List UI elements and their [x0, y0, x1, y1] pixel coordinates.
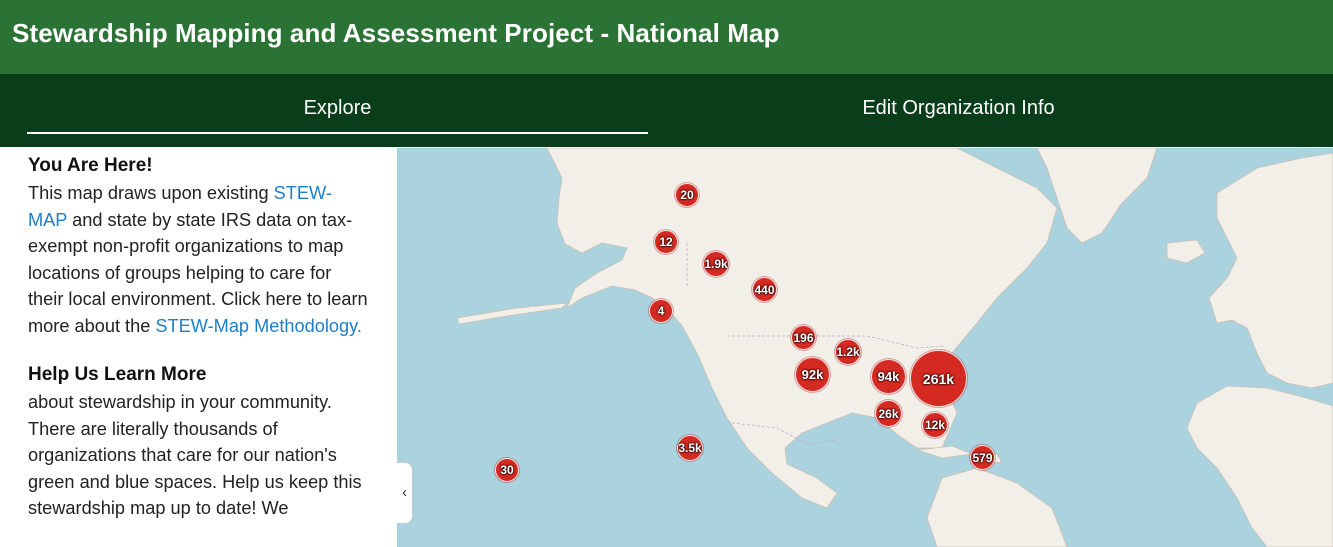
collapse-panel-button[interactable]: ‹: [397, 462, 413, 524]
cluster-marker[interactable]: 12: [654, 230, 678, 254]
panel-heading-help-us: Help Us Learn More: [28, 364, 207, 385]
stew-map-methodology-link[interactable]: STEW-Map Methodology.: [155, 316, 362, 336]
cluster-count: 26k: [878, 406, 899, 421]
cluster-count: 30: [500, 463, 514, 477]
cluster-count: 3.5k: [678, 441, 702, 455]
cluster-count: 4: [657, 304, 665, 318]
cluster-marker[interactable]: 30: [495, 458, 519, 482]
cluster-count: 12k: [924, 418, 946, 432]
cluster-marker[interactable]: 94k: [871, 359, 906, 394]
cluster-count: 20: [680, 188, 694, 202]
cluster-marker[interactable]: 20: [675, 183, 699, 207]
cluster-marker[interactable]: 92k: [795, 357, 830, 392]
panel-heading-you-are-here: You Are Here!: [28, 155, 153, 176]
cluster-marker[interactable]: 261k: [910, 350, 967, 407]
cluster-marker[interactable]: 1.2k: [835, 339, 861, 365]
info-panel: You Are Here! This map draws upon existi…: [0, 148, 397, 547]
map-view[interactable]: 20 12 1.9k 440 4 196 1.2k 92k 94k 261k 2…: [397, 148, 1333, 547]
cluster-marker[interactable]: 1.9k: [703, 251, 729, 277]
cluster-marker[interactable]: 579: [970, 445, 995, 470]
cluster-marker[interactable]: 26k: [875, 400, 902, 427]
africa-land: [1186, 385, 1333, 547]
europe-land: [1208, 152, 1333, 389]
south-america-land: [926, 467, 1068, 547]
basemap: [456, 148, 1333, 547]
chevron-left-icon: ‹: [402, 484, 407, 501]
cluster-count: 1.9k: [704, 257, 728, 271]
cluster-count: 261k: [922, 370, 955, 387]
cluster-count: 92k: [801, 367, 824, 382]
cluster-count: 1.2k: [836, 345, 860, 359]
cluster-count: 196: [793, 330, 814, 345]
panel-intro-text: This map draws upon existing STEW-MAP an…: [28, 180, 369, 339]
cluster-count: 12: [659, 235, 673, 249]
cluster-marker[interactable]: 440: [752, 277, 777, 302]
tab-bar: Explore Edit Organization Info: [0, 74, 1333, 222]
tab-edit-organization-info[interactable]: Edit Organization Info: [648, 74, 1269, 147]
cluster-marker[interactable]: 3.5k: [677, 435, 703, 461]
panel-help-text: about stewardship in your community. The…: [28, 392, 362, 518]
cluster-count: 579: [972, 450, 993, 465]
cluster-marker[interactable]: 196: [791, 325, 816, 350]
active-tab-indicator: [27, 132, 648, 134]
intro-text-a: This map draws upon existing: [28, 183, 274, 203]
app-title: Stewardship Mapping and Assessment Proje…: [12, 18, 780, 48]
app-header: Stewardship Mapping and Assessment Proje…: [0, 0, 1333, 74]
cluster-marker[interactable]: 4: [649, 299, 673, 323]
cluster-count: 440: [754, 282, 775, 297]
greenland-land: [1036, 148, 1158, 244]
tab-explore[interactable]: Explore: [27, 74, 648, 147]
cluster-count: 94k: [877, 369, 900, 384]
iceland-land: [1166, 239, 1206, 264]
cluster-marker[interactable]: 12k: [922, 412, 948, 438]
